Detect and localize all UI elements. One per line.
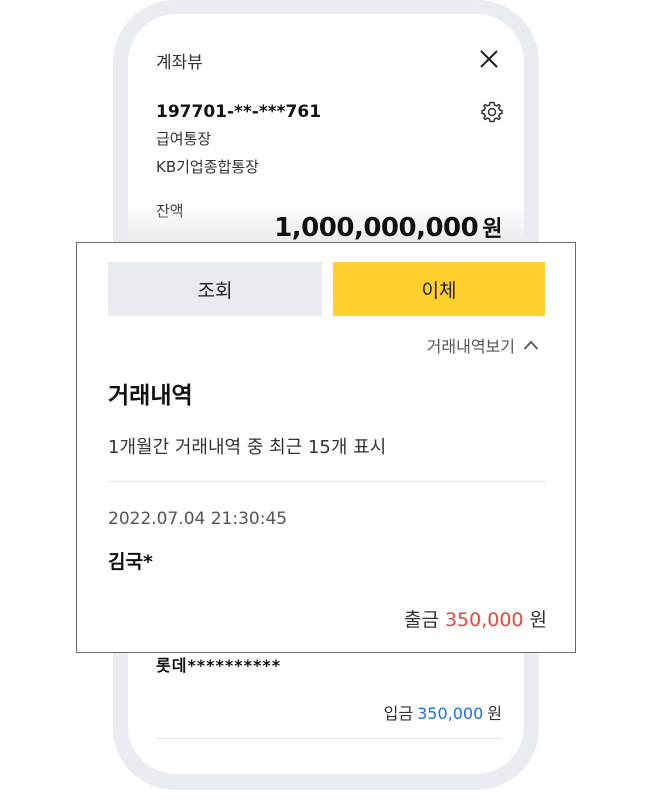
balance-unit: 원	[482, 217, 502, 242]
transaction-history-card: 조회 이체 거래내역보기 거래내역 1개월간 거래내역 중 최근 15개 표시 …	[76, 242, 576, 653]
transaction-datetime: 2022.07.04 21:30:45	[108, 509, 288, 529]
balance-amount: 1,000,000,000 원	[274, 211, 502, 243]
deposit-type: 입금	[383, 704, 414, 723]
deposit-value: 350,000	[417, 704, 484, 723]
withdrawal-type: 출금	[403, 609, 439, 631]
transfer-button[interactable]: 이체	[333, 262, 545, 316]
divider	[156, 738, 502, 739]
inquiry-button[interactable]: 조회	[108, 262, 322, 316]
account-type: 급여통장	[156, 130, 212, 148]
history-toggle[interactable]: 거래내역보기	[427, 333, 539, 357]
deposit-unit: 원	[487, 704, 502, 723]
transaction-name: 김국*	[108, 551, 153, 573]
section-title: 거래내역	[108, 383, 193, 409]
background-transaction-name: 롯데**********	[156, 656, 282, 675]
section-description: 1개월간 거래내역 중 최근 15개 표시	[108, 437, 387, 458]
background-transaction-amount: 입금 350,000 원	[384, 700, 502, 724]
transaction-amount: 출금 350,000 원	[404, 605, 547, 632]
withdrawal-unit: 원	[529, 609, 547, 631]
divider	[108, 481, 546, 482]
account-number: 197701-**-***761	[156, 102, 322, 122]
balance-value: 1,000,000,000	[274, 213, 479, 243]
account-product-name: KB기업종합통장	[156, 158, 259, 176]
history-toggle-label: 거래내역보기	[426, 337, 515, 356]
screen-title: 계좌뷰	[156, 53, 203, 73]
withdrawal-value: 350,000	[444, 609, 524, 631]
close-icon[interactable]	[478, 48, 500, 70]
chevron-up-icon	[523, 340, 539, 350]
gear-icon[interactable]	[480, 100, 504, 124]
